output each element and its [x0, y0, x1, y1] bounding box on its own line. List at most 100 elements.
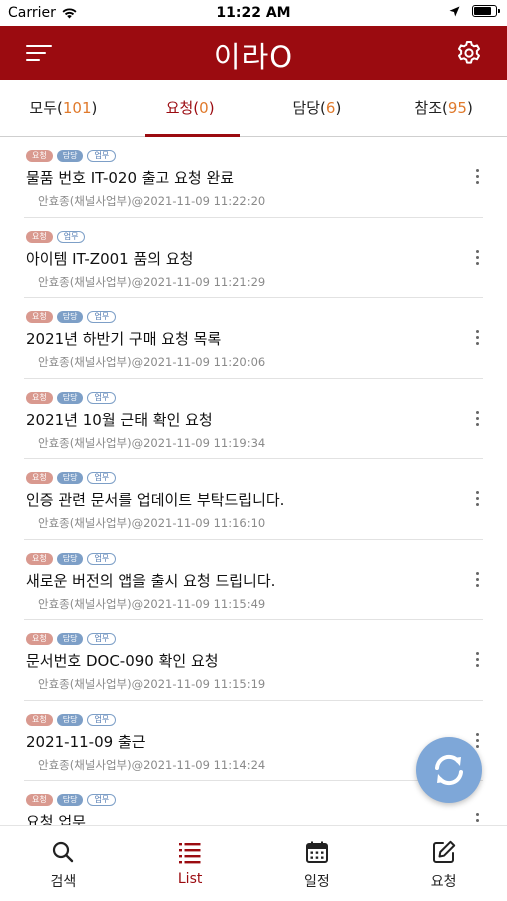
settings-gear-icon[interactable]	[455, 39, 483, 67]
list-item[interactable]: 요청 담당 업무 2021년 10월 근태 확인 요청안효종(채널사업부)@2021-…	[24, 379, 483, 459]
list-item[interactable]: 요청 업무아이템 IT-Z001 품의 요청안효종(채널사업부)@2021-11-…	[24, 218, 483, 298]
tab-request[interactable]: 요청(0)	[127, 80, 254, 137]
request-badge: 요청	[26, 633, 53, 645]
nav-label: List	[177, 871, 203, 887]
search-icon	[53, 841, 74, 863]
work-badge: 업무	[87, 713, 117, 726]
item-title: 2021년 하반기 구매 요청 목록	[26, 330, 222, 348]
owner-badge: 담당	[56, 150, 84, 162]
more-options-icon[interactable]	[475, 571, 479, 588]
item-title: 아이템 IT-Z001 품의 요청	[26, 249, 194, 268]
calendar-icon	[305, 841, 328, 863]
tab-label: 요청	[165, 99, 194, 117]
status-bar: Carrier 11:22 AM	[0, 0, 507, 26]
item-meta: 안효종(채널사업부)@2021-11-09 11:16:10	[38, 516, 266, 530]
request-badge: 요청	[26, 794, 53, 806]
item-meta: 안효종(채널사업부)@2021-11-09 11:14:24	[38, 757, 266, 772]
request-list: 요청 담당 업무 물품 번호 IT-020 출고 요청 완료 안효종(채널사업부)@20…	[0, 137, 507, 825]
item-meta: 안효종(채널사업부)@2021-11-09 11:15:19	[38, 677, 266, 691]
badge-group: 요청 담당 업무	[26, 633, 117, 645]
battery-fill	[474, 7, 491, 15]
more-options-icon[interactable]	[475, 410, 479, 427]
owner-badge: 담당	[56, 713, 84, 726]
nav-request[interactable]: 요청	[380, 826, 507, 901]
nav-label: 검색	[50, 874, 77, 890]
work-badge: 업무	[87, 552, 117, 565]
more-options-icon[interactable]	[475, 249, 479, 266]
tab-count: 95	[447, 99, 467, 117]
refresh-button[interactable]	[416, 737, 482, 803]
request-badge: 요청	[26, 230, 53, 243]
owner-badge: 담당	[56, 794, 84, 806]
list-item[interactable]: 요청 담당 업무 2021년 하반기 구매 요청 목록안효종(채널사업부)@2021-…	[24, 298, 483, 379]
more-options-icon[interactable]	[475, 813, 479, 825]
work-badge: 업무	[87, 150, 117, 162]
edit-icon	[432, 840, 455, 863]
item-meta: 안효종(채널사업부)@2021-11-09 11:21:29	[38, 274, 266, 289]
more-options-icon[interactable]	[475, 491, 479, 507]
more-options-icon[interactable]	[475, 652, 479, 668]
item-meta: 안효종(채널사업부)@2021-11-09 11:20:06	[38, 355, 266, 369]
owner-badge: 담당	[56, 633, 84, 645]
list-item[interactable]: 요청 담당 업무인증 관련 문서를 업데이트 부탁드립니다. 안효종(채널사업부)@2…	[24, 459, 483, 540]
work-badge: 업무	[87, 794, 117, 806]
item-title: 2021년 10월 근태 확인 요청	[26, 410, 213, 429]
tab-reference[interactable]: 참조(95)	[380, 80, 507, 136]
badge-group: 요청 담당 업무	[26, 391, 117, 404]
work-badge: 업무	[87, 472, 117, 484]
tab-count: 6	[325, 99, 336, 117]
nav-list[interactable]: List	[127, 826, 254, 901]
bottom-nav: 검색 List 일정 요청	[0, 825, 507, 901]
more-options-icon[interactable]	[475, 169, 479, 185]
more-options-icon[interactable]	[475, 330, 479, 346]
badge-group: 요청 담당 업무	[26, 713, 117, 726]
request-badge: 요청	[26, 552, 53, 565]
badge-group: 요청 담당 업무	[26, 150, 117, 162]
status-right	[449, 5, 500, 17]
badge-group: 요청 담당 업무	[26, 794, 117, 806]
badge-group: 요청 담당 업무	[26, 552, 117, 565]
owner-badge: 담당	[56, 472, 84, 484]
tab-label: 참조	[414, 99, 443, 117]
request-badge: 요청	[26, 391, 53, 404]
request-badge: 요청	[26, 472, 53, 484]
tab-all[interactable]: 모두(101)	[0, 80, 127, 136]
owner-badge: 담당	[56, 552, 84, 565]
badge-group: 요청 담당 업무	[26, 472, 117, 484]
request-badge: 요청	[26, 311, 53, 323]
list-item[interactable]: 요청 담당 업무 2021-11-09 출근안효종(채널사업부)@2021-11-09…	[24, 701, 483, 781]
tab-label: 모두	[29, 99, 57, 117]
tab-owner[interactable]: 담당(6)	[254, 80, 381, 136]
list-item[interactable]: 요청 담당 업무 요청 업무	[24, 781, 483, 825]
item-title: 문서번호 DOC-090 확인 요청	[26, 652, 219, 670]
list-icon	[179, 843, 201, 864]
item-title: 인증 관련 문서를 업데이트 부탁드립니다.	[26, 491, 285, 509]
nav-search[interactable]: 검색	[0, 826, 127, 901]
owner-badge: 담당	[56, 391, 84, 404]
item-meta: 안효종(채널사업부)@2021-11-09 11:19:34	[38, 435, 266, 450]
list-item[interactable]: 요청 담당 업무새로운 버전의 앱을 출시 요청 드립니다. 안효종(채널사업부)@2…	[24, 540, 483, 620]
item-title: 2021-11-09 출근	[26, 732, 146, 751]
app-header: 이라O	[0, 26, 507, 80]
item-title: 물품 번호 IT-020 출고 요청 완료	[26, 169, 235, 187]
request-badge: 요청	[26, 150, 53, 162]
item-title: 새로운 버전의 앱을 출시 요청 드립니다.	[26, 571, 276, 590]
battery-icon	[472, 5, 500, 17]
app-title: 이라O	[213, 40, 294, 74]
request-badge: 요청	[26, 713, 53, 726]
tab-label: 담당	[292, 99, 321, 117]
item-meta: 안효종(채널사업부)@2021-11-09 11:15:49	[38, 596, 266, 611]
nav-calendar[interactable]: 일정	[254, 826, 381, 901]
location-arrow-icon	[449, 6, 460, 16]
list-item[interactable]: 요청 담당 업무문서번호 DOC-090 확인 요청안효종(채널사업부)@2021-…	[24, 620, 483, 701]
owner-badge: 담당	[56, 311, 84, 323]
list-item[interactable]: 요청 담당 업무물품 번호 IT-020 출고 요청 완료안효종(채널사업부)@20…	[24, 137, 483, 218]
nav-label: 일정	[303, 874, 330, 890]
clock: 11:22 AM	[216, 5, 291, 21]
work-badge: 업무	[56, 230, 86, 243]
badge-group: 요청 담당 업무	[26, 311, 117, 323]
item-meta: 안효종(채널사업부)@2021-11-09 11:22:20	[38, 194, 266, 208]
work-badge: 업무	[87, 633, 117, 645]
badge-group: 요청 업무	[26, 230, 86, 243]
tab-count: 0	[199, 99, 209, 117]
